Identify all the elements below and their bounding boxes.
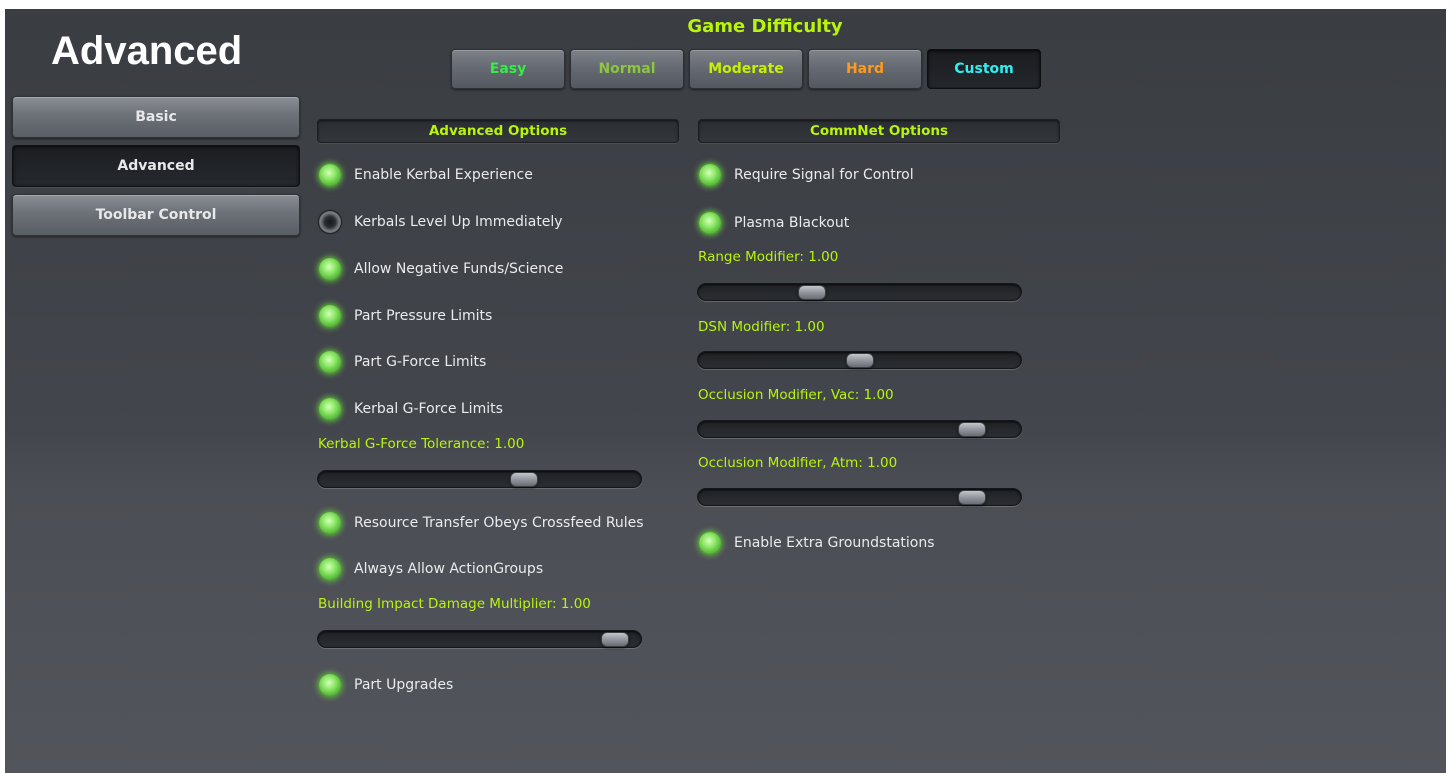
slider-thumb[interactable] bbox=[510, 472, 538, 487]
led-indicator-icon bbox=[319, 164, 341, 186]
slider-label-occlusion-vac: Occlusion Modifier, Vac: 1.00 bbox=[698, 387, 894, 403]
toggle-kerbal-g-force-limits[interactable]: Kerbal G-Force Limits bbox=[319, 398, 503, 420]
toggle-label: Enable Kerbal Experience bbox=[354, 167, 533, 183]
slider-thumb[interactable] bbox=[958, 422, 986, 437]
toggle-label: Allow Negative Funds/Science bbox=[354, 261, 564, 277]
toggle-require-signal-for-control[interactable]: Require Signal for Control bbox=[699, 164, 914, 186]
difficulty-title: Game Difficulty bbox=[687, 16, 843, 37]
settings-window: Advanced Basic Advanced Toolbar Control … bbox=[5, 9, 1446, 773]
slider-label-range-modifier: Range Modifier: 1.00 bbox=[698, 249, 839, 265]
toggle-resource-transfer-crossfeed[interactable]: Resource Transfer Obeys Crossfeed Rules bbox=[319, 512, 644, 534]
toggle-label: Plasma Blackout bbox=[734, 215, 850, 231]
toggle-enable-kerbal-experience[interactable]: Enable Kerbal Experience bbox=[319, 164, 533, 186]
slider-label-occlusion-atm: Occlusion Modifier, Atm: 1.00 bbox=[698, 455, 898, 471]
page-title: Advanced bbox=[51, 29, 243, 73]
nav-button-advanced[interactable]: Advanced bbox=[12, 145, 300, 187]
toggle-part-g-force-limits[interactable]: Part G-Force Limits bbox=[319, 351, 486, 373]
toggle-part-upgrades[interactable]: Part Upgrades bbox=[319, 674, 453, 696]
slider-label-building-impact-damage: Building Impact Damage Multiplier: 1.00 bbox=[318, 596, 591, 612]
led-indicator-icon bbox=[699, 212, 721, 234]
slider-thumb[interactable] bbox=[601, 632, 629, 647]
nav-button-toolbar-control[interactable]: Toolbar Control bbox=[12, 194, 300, 236]
advanced-options-header: Advanced Options bbox=[317, 119, 679, 143]
toggle-label: Part G-Force Limits bbox=[354, 354, 487, 370]
toggle-label: Enable Extra Groundstations bbox=[734, 535, 935, 551]
toggle-label: Kerbals Level Up Immediately bbox=[354, 214, 563, 230]
toggle-label: Kerbal G-Force Limits bbox=[354, 401, 503, 417]
led-indicator-icon bbox=[699, 164, 721, 186]
toggle-label: Part Pressure Limits bbox=[354, 308, 493, 324]
led-indicator-icon bbox=[319, 211, 341, 233]
toggle-label: Require Signal for Control bbox=[734, 167, 914, 183]
led-indicator-icon bbox=[319, 512, 341, 534]
led-indicator-icon bbox=[319, 398, 341, 420]
toggle-label: Resource Transfer Obeys Crossfeed Rules bbox=[354, 515, 644, 531]
difficulty-easy-button[interactable]: Easy bbox=[451, 49, 565, 89]
difficulty-normal-button[interactable]: Normal bbox=[570, 49, 684, 89]
toggle-allow-negative-funds[interactable]: Allow Negative Funds/Science bbox=[319, 258, 563, 280]
difficulty-moderate-button[interactable]: Moderate bbox=[689, 49, 803, 89]
toggle-always-allow-actiongroups[interactable]: Always Allow ActionGroups bbox=[319, 558, 543, 580]
slider-range-modifier[interactable] bbox=[697, 283, 1022, 301]
toggle-kerbals-level-up-immediately[interactable]: Kerbals Level Up Immediately bbox=[319, 211, 563, 233]
toggle-plasma-blackout[interactable]: Plasma Blackout bbox=[699, 212, 849, 234]
slider-label-kerbal-g-force-tolerance: Kerbal G-Force Tolerance: 1.00 bbox=[318, 436, 525, 452]
toggle-part-pressure-limits[interactable]: Part Pressure Limits bbox=[319, 305, 492, 327]
slider-dsn-modifier[interactable] bbox=[697, 351, 1022, 369]
led-indicator-icon bbox=[319, 258, 341, 280]
slider-building-impact-damage[interactable] bbox=[317, 630, 642, 648]
led-indicator-icon bbox=[699, 532, 721, 554]
led-indicator-icon bbox=[319, 305, 341, 327]
difficulty-hard-button[interactable]: Hard bbox=[808, 49, 922, 89]
slider-occlusion-atm[interactable] bbox=[697, 488, 1022, 506]
slider-kerbal-g-force-tolerance[interactable] bbox=[317, 470, 642, 488]
led-indicator-icon bbox=[319, 674, 341, 696]
toggle-label: Always Allow ActionGroups bbox=[354, 561, 544, 577]
difficulty-custom-button[interactable]: Custom bbox=[927, 49, 1041, 89]
led-indicator-icon bbox=[319, 558, 341, 580]
slider-thumb[interactable] bbox=[798, 285, 826, 300]
slider-label-dsn-modifier: DSN Modifier: 1.00 bbox=[698, 319, 825, 335]
toggle-enable-extra-groundstations[interactable]: Enable Extra Groundstations bbox=[699, 532, 935, 554]
slider-thumb[interactable] bbox=[846, 353, 874, 368]
commnet-options-header: CommNet Options bbox=[698, 119, 1060, 143]
slider-thumb[interactable] bbox=[958, 490, 986, 505]
led-indicator-icon bbox=[319, 351, 341, 373]
nav-button-basic[interactable]: Basic bbox=[12, 96, 300, 138]
slider-occlusion-vac[interactable] bbox=[697, 420, 1022, 438]
toggle-label: Part Upgrades bbox=[354, 677, 454, 693]
